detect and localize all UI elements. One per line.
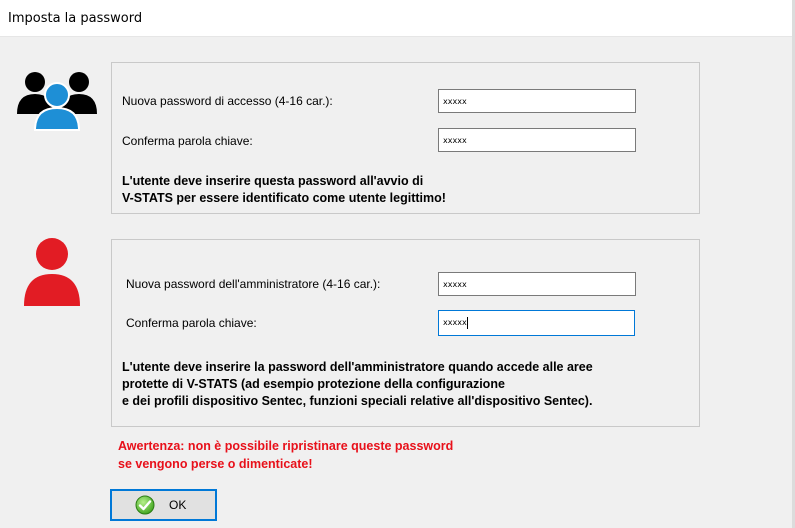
admin-confirm-value: xxxxx xyxy=(443,318,467,327)
window-title: Imposta la password xyxy=(8,11,143,26)
title-bar: Imposta la password xyxy=(0,0,795,37)
warning-text: Awertenza: non è possibile ripristinare … xyxy=(118,437,453,473)
admin-password-field[interactable] xyxy=(438,272,636,296)
ok-button[interactable]: OK xyxy=(110,489,217,521)
admin-note-line1: L'utente deve inserire la password dell'… xyxy=(122,360,593,374)
warning-line1: Awertenza: non è possibile ripristinare … xyxy=(118,439,454,453)
user-note-line1: L'utente deve inserire questa password a… xyxy=(122,174,424,188)
user-confirm-field[interactable] xyxy=(438,128,636,152)
admin-password-label: Nuova password dell'amministratore (4-16… xyxy=(126,277,381,291)
admin-confirm-label: Conferma parola chiave: xyxy=(126,316,257,330)
admin-user-icon xyxy=(24,238,80,306)
user-confirm-label: Conferma parola chiave: xyxy=(122,134,253,148)
check-circle-icon xyxy=(135,495,155,515)
user-password-field[interactable] xyxy=(438,89,636,113)
admin-note-line2: protette di V-STATS (ad esempio protezio… xyxy=(122,377,505,391)
admin-confirm-field[interactable]: xxxxx xyxy=(438,310,635,336)
user-password-label: Nuova password di accesso (4-16 car.): xyxy=(122,94,333,108)
admin-note-line3: e dei profili dispositivo Sentec, funzio… xyxy=(122,394,593,408)
warning-line2: se vengono perse o dimenticate! xyxy=(118,457,313,471)
users-group-icon xyxy=(17,72,97,131)
admin-note: L'utente deve inserire la password dell'… xyxy=(122,359,593,410)
text-caret xyxy=(466,316,468,329)
ok-button-label: OK xyxy=(169,498,187,512)
user-note-line2: V-STATS per essere identificato come ute… xyxy=(122,191,446,205)
user-note: L'utente deve inserire questa password a… xyxy=(122,173,446,207)
